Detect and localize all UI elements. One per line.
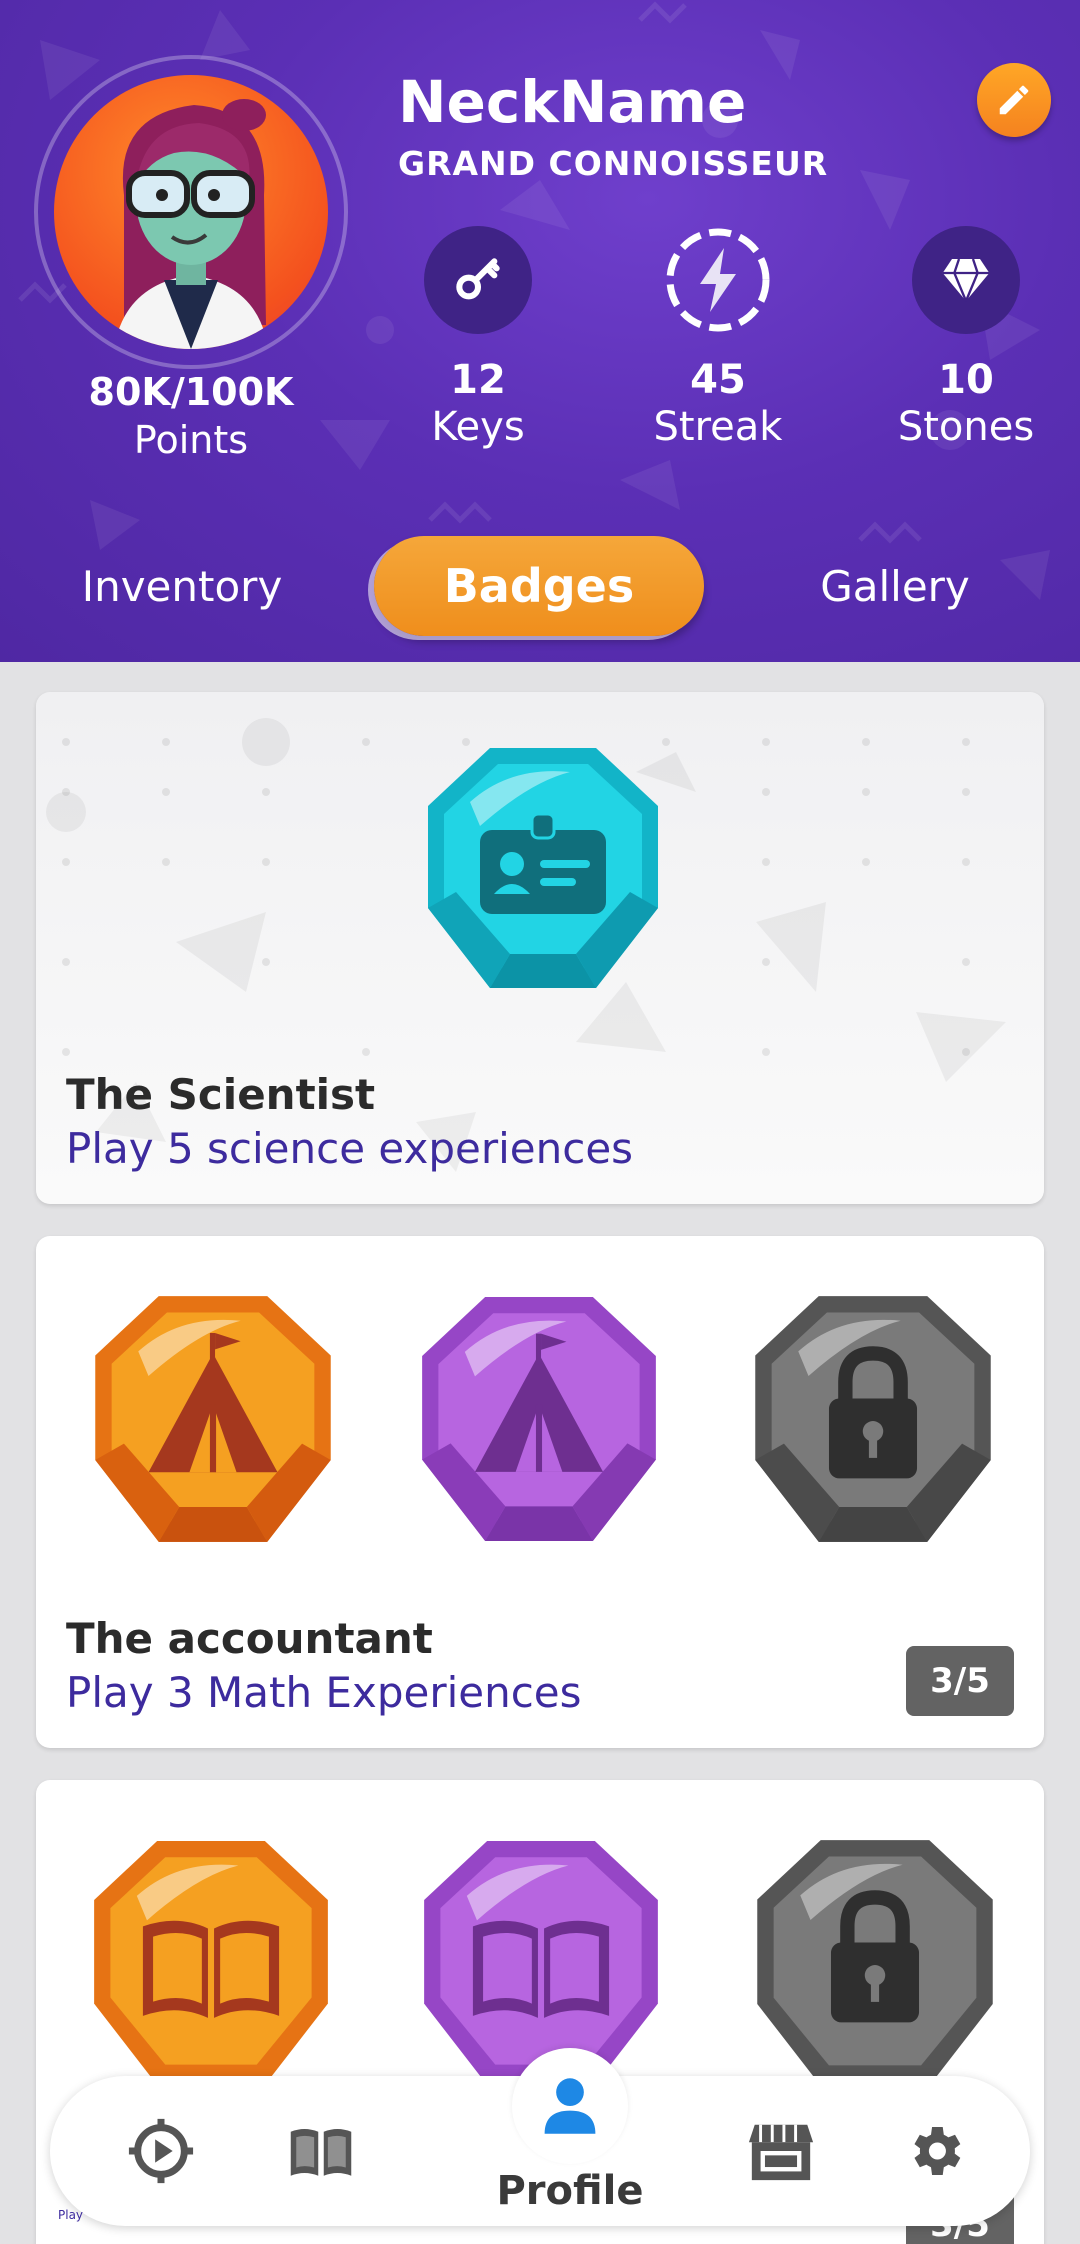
avatar-illustration bbox=[114, 99, 268, 349]
badge-name: The accountant bbox=[66, 1614, 433, 1663]
edit-profile-button[interactable] bbox=[977, 63, 1051, 137]
tab-inventory[interactable]: Inventory bbox=[62, 536, 302, 636]
nav-settings[interactable] bbox=[890, 2106, 980, 2196]
profile-title: GRAND CONNOISSEUR bbox=[398, 144, 829, 183]
tab-gallery[interactable]: Gallery bbox=[780, 536, 1010, 636]
orange-gem-badge bbox=[95, 1296, 331, 1542]
keys-label: Keys bbox=[431, 404, 525, 450]
badge-description: Play 5 science experiences bbox=[66, 1124, 634, 1173]
nav-profile-label[interactable]: Profile bbox=[470, 2168, 670, 2214]
nav-library[interactable] bbox=[276, 2106, 366, 2196]
nav-explore[interactable] bbox=[116, 2106, 206, 2196]
compass-target-icon bbox=[128, 2118, 194, 2184]
person-icon bbox=[544, 2078, 596, 2134]
streak-value: 45 bbox=[690, 357, 746, 403]
nickname: NeckName bbox=[398, 68, 747, 136]
stat-keys: 12 Keys bbox=[368, 226, 588, 452]
tab-badges[interactable]: Badges bbox=[374, 536, 704, 636]
locked-gem-badge bbox=[755, 1296, 991, 1542]
streak-label: Streak bbox=[653, 404, 783, 450]
badge-description: Play 3 Math Experiences bbox=[66, 1668, 582, 1717]
nav-profile[interactable] bbox=[512, 2048, 628, 2164]
stat-stones: 10 Stones bbox=[856, 226, 1076, 452]
book-open-icon bbox=[290, 2129, 352, 2176]
points-label: Points bbox=[133, 418, 249, 462]
stones-label: Stones bbox=[897, 404, 1035, 450]
purple-gem-badge bbox=[422, 1297, 656, 1541]
profile-header: 80K/100K Points NeckName GRAND CONNOISSE… bbox=[0, 0, 1080, 662]
locked-gem-badge bbox=[757, 1840, 993, 2086]
points-value: 80K/100K bbox=[88, 370, 294, 414]
keys-value: 12 bbox=[450, 357, 506, 403]
teal-gem-badge bbox=[428, 748, 658, 988]
progress-badge: 3/5 bbox=[906, 1646, 1014, 1716]
stat-streak: 45 Streak bbox=[608, 226, 828, 452]
key-icon bbox=[424, 226, 532, 334]
partial-text: Play bbox=[58, 2208, 84, 2222]
stones-value: 10 bbox=[938, 357, 994, 403]
avatar[interactable] bbox=[54, 75, 328, 349]
purple-gem-badge bbox=[424, 1841, 658, 2085]
pencil-icon bbox=[999, 85, 1029, 115]
badge-card-accountant[interactable]: The accountant Play 3 Math Experiences 3… bbox=[36, 1236, 1044, 1748]
nav-store[interactable] bbox=[736, 2106, 826, 2196]
badge-name: The Scientist bbox=[66, 1070, 376, 1119]
orange-gem-badge bbox=[94, 1841, 328, 2085]
diamond-icon bbox=[912, 226, 1020, 334]
store-icon bbox=[748, 2124, 814, 2181]
lightning-icon bbox=[664, 226, 772, 334]
gear-icon bbox=[914, 2127, 961, 2175]
badge-card-scientist[interactable]: The Scientist Play 5 science experiences bbox=[36, 692, 1044, 1204]
